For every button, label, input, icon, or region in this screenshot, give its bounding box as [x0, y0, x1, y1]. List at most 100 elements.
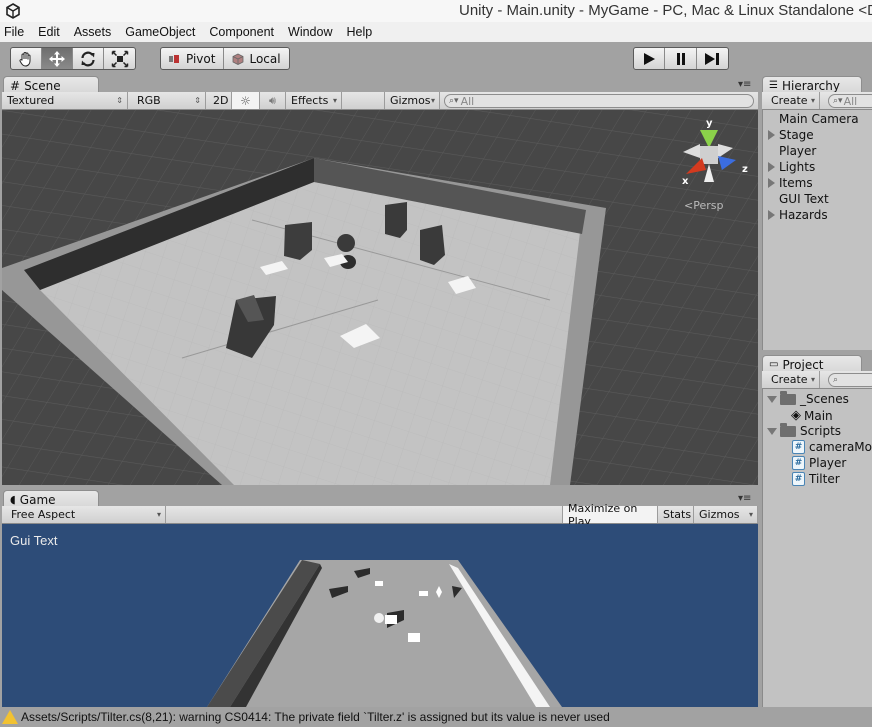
scene-search-input[interactable]: ⌕▾ All	[444, 94, 754, 108]
item-label: cameraMov	[809, 440, 872, 454]
local-toggle[interactable]: Local	[224, 48, 288, 69]
project-item-main-scene[interactable]: ◈ Main	[791, 408, 833, 423]
item-label: Player	[779, 144, 817, 158]
collapse-arrow-icon[interactable]	[767, 395, 777, 403]
gizmos-label: Gizmos	[390, 94, 431, 107]
collapse-arrow-icon[interactable]	[767, 427, 777, 435]
expand-arrow-icon[interactable]	[768, 130, 775, 140]
game-viewport[interactable]: Gui Text	[2, 524, 758, 707]
effects-dropdown[interactable]: Effects ▾	[286, 92, 342, 109]
project-folder-icon: ▭	[769, 359, 779, 370]
move-tool-button[interactable]	[42, 48, 74, 69]
project-tab-label: Project	[782, 357, 824, 372]
draw-mode-value: Textured	[7, 94, 55, 107]
orientation-gizmo[interactable]: y z x <Persp	[678, 118, 754, 213]
status-bar[interactable]: Assets/Scripts/Tilter.cs(8,21): warning …	[0, 707, 872, 727]
csharp-script-icon: #	[792, 456, 805, 470]
hand-tool-button[interactable]	[11, 48, 43, 69]
project-folder-scenes[interactable]: _Scenes	[767, 390, 849, 406]
item-label: Items	[779, 176, 813, 190]
projection-mode: Persp	[693, 199, 724, 212]
unity-scene-icon: ◈	[791, 408, 801, 423]
menu-component[interactable]: Component	[209, 25, 274, 39]
audio-toggle[interactable]: 🔊︎	[260, 92, 286, 109]
hierarchy-item-hazards[interactable]: Hazards	[768, 208, 828, 222]
menu-window[interactable]: Window	[288, 25, 332, 39]
local-cube-icon	[233, 53, 244, 65]
project-item-cameramov[interactable]: # cameraMov	[792, 440, 872, 454]
project-item-tilter[interactable]: # Tilter	[792, 472, 840, 486]
main-toolbar: Pivot Local	[0, 42, 872, 76]
pause-button[interactable]	[665, 48, 697, 69]
project-search-input[interactable]: ⌕	[828, 373, 872, 387]
play-button[interactable]	[634, 48, 666, 69]
hierarchy-item-items[interactable]: Items	[768, 176, 813, 190]
stats-toggle[interactable]: Stats	[658, 506, 694, 523]
item-label: Hazards	[779, 208, 828, 222]
dropdown-arrow-icon: ▾	[430, 96, 435, 105]
project-toolbar: Create ▾ ⌕	[762, 371, 872, 389]
local-label: Local	[249, 51, 281, 66]
item-label: Lights	[779, 160, 816, 174]
move-icon	[49, 50, 66, 67]
menu-file[interactable]: File	[4, 25, 24, 39]
expand-arrow-icon[interactable]	[768, 210, 775, 220]
dropdown-arrow-icon: ▾	[156, 510, 161, 519]
sun-icon: ☼	[240, 93, 251, 108]
updown-icon: ⇕	[116, 96, 123, 105]
pivot-label: Pivot	[186, 51, 216, 66]
aspect-dropdown[interactable]: Free Aspect ▾	[6, 506, 166, 523]
hierarchy-item-gui-text[interactable]: GUI Text	[779, 192, 829, 206]
hierarchy-item-player[interactable]: Player	[779, 144, 816, 158]
hierarchy-item-main-camera[interactable]: Main Camera	[779, 112, 859, 126]
2d-toggle[interactable]: 2D	[208, 92, 232, 109]
pivot-icon	[169, 54, 179, 63]
menu-edit[interactable]: Edit	[38, 25, 60, 39]
rotate-tool-button[interactable]	[73, 48, 105, 69]
menu-assets[interactable]: Assets	[74, 25, 112, 39]
dropdown-arrow-icon: ▾	[332, 96, 337, 105]
gizmo-x-label: x	[682, 176, 689, 187]
scene-viewport[interactable]: y z x <Persp	[2, 110, 758, 485]
menu-help[interactable]: Help	[346, 25, 372, 39]
item-label: GUI Text	[779, 192, 829, 206]
expand-arrow-icon[interactable]	[768, 162, 775, 172]
player-sphere	[337, 234, 355, 252]
scene-panel-menu-icon[interactable]: ▾≡	[738, 79, 751, 90]
maximize-on-play-toggle[interactable]: Maximize on Play	[562, 502, 658, 528]
step-button[interactable]	[697, 48, 728, 69]
item-label: Player	[809, 456, 847, 470]
hierarchy-list: Main Camera Stage Player Lights Items GU…	[762, 110, 872, 350]
draw-mode-dropdown[interactable]: Textured ⇕	[2, 92, 128, 109]
expand-arrow-icon[interactable]	[768, 178, 775, 188]
hierarchy-item-lights[interactable]: Lights	[768, 160, 815, 174]
render-mode-value: RGB	[137, 94, 161, 107]
game-panel-menu-icon[interactable]: ▾≡	[738, 493, 751, 504]
project-tree: _Scenes ◈Main Scripts # cameraMov # Player…	[762, 389, 872, 707]
csharp-script-icon: #	[792, 440, 805, 454]
pivot-toggle[interactable]: Pivot	[161, 48, 225, 69]
scene-render	[2, 110, 758, 485]
hierarchy-item-stage[interactable]: Stage	[768, 128, 814, 142]
gui-text-label: Gui Text	[10, 533, 58, 548]
csharp-script-icon: #	[792, 472, 805, 486]
effects-label: Effects	[291, 94, 329, 107]
projection-label[interactable]: <Persp	[684, 199, 723, 212]
render-mode-dropdown[interactable]: RGB ⇕	[132, 92, 206, 109]
create-label: Create	[771, 94, 808, 107]
pivot-controls: Pivot Local	[160, 47, 290, 70]
project-item-player[interactable]: # Player	[792, 456, 846, 470]
scale-tool-button[interactable]	[104, 48, 135, 69]
hierarchy-create-button[interactable]: Create ▾	[766, 92, 820, 109]
project-folder-scripts[interactable]: Scripts	[767, 422, 841, 438]
dropdown-arrow-icon: ▾	[810, 96, 815, 105]
game-player	[374, 613, 384, 623]
menu-gameobject[interactable]: GameObject	[125, 25, 195, 39]
lighting-toggle[interactable]: ☼	[232, 92, 260, 109]
scene-gizmos-dropdown[interactable]: Gizmos ▾	[384, 92, 440, 109]
project-create-button[interactable]: Create ▾	[766, 371, 820, 388]
scene-grid-icon: #	[10, 78, 21, 93]
game-gizmos-dropdown[interactable]: Gizmos ▾	[694, 506, 758, 523]
hierarchy-search-input[interactable]: ⌕▾ All	[828, 94, 872, 108]
hand-icon	[19, 51, 31, 67]
